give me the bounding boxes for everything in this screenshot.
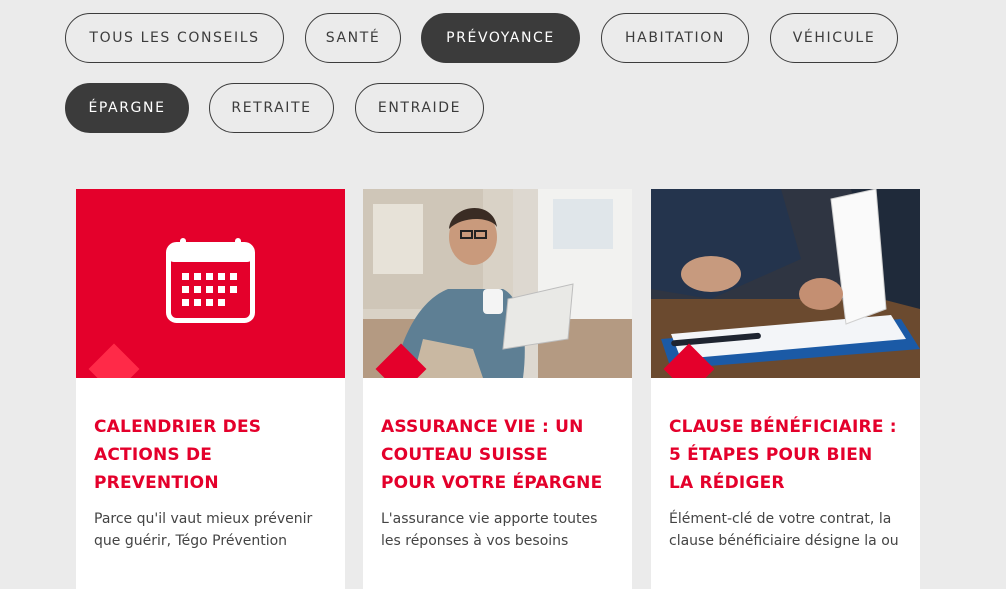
article-card-assurance-vie[interactable]: ASSURANCE VIE : UN COUTEAU SUISSE POUR V… xyxy=(363,189,632,589)
article-card-clause-beneficiaire[interactable]: CLAUSE BÉNÉFICIAIRE : 5 ÉTAPES POUR BIEN… xyxy=(651,189,920,589)
filter-sante[interactable]: SANTÉ xyxy=(305,13,401,63)
card-excerpt: L'assurance vie apporte toutes les répon… xyxy=(381,511,598,549)
filter-vehicule[interactable]: VÉHICULE xyxy=(770,13,898,63)
filter-tous-les-conseils[interactable]: TOUS LES CONSEILS xyxy=(65,13,284,63)
article-card-calendrier[interactable]: CALENDRIER DES ACTIONS DE PREVENTION Par… xyxy=(76,189,345,589)
card-calendar-media xyxy=(76,189,345,378)
card-excerpt: Élément-clé de votre contrat, la clause … xyxy=(669,511,899,549)
filter-retraite[interactable]: RETRAITE xyxy=(209,83,334,133)
card-photo-man-reading xyxy=(363,189,632,378)
filter-epargne[interactable]: ÉPARGNE xyxy=(65,83,189,133)
card-photo-signing-document xyxy=(651,189,920,378)
card-title[interactable]: CLAUSE BÉNÉFICIAIRE : 5 ÉTAPES POUR BIEN… xyxy=(669,413,909,497)
card-title[interactable]: CALENDRIER DES ACTIONS DE PREVENTION xyxy=(94,413,334,497)
filter-habitation[interactable]: HABITATION xyxy=(601,13,749,63)
card-excerpt: Parce qu'il vaut mieux prévenir que guér… xyxy=(94,511,313,549)
card-title[interactable]: ASSURANCE VIE : UN COUTEAU SUISSE POUR V… xyxy=(381,413,621,497)
filter-entraide[interactable]: ENTRAIDE xyxy=(355,83,484,133)
filter-prevoyance[interactable]: PRÉVOYANCE xyxy=(421,13,580,63)
